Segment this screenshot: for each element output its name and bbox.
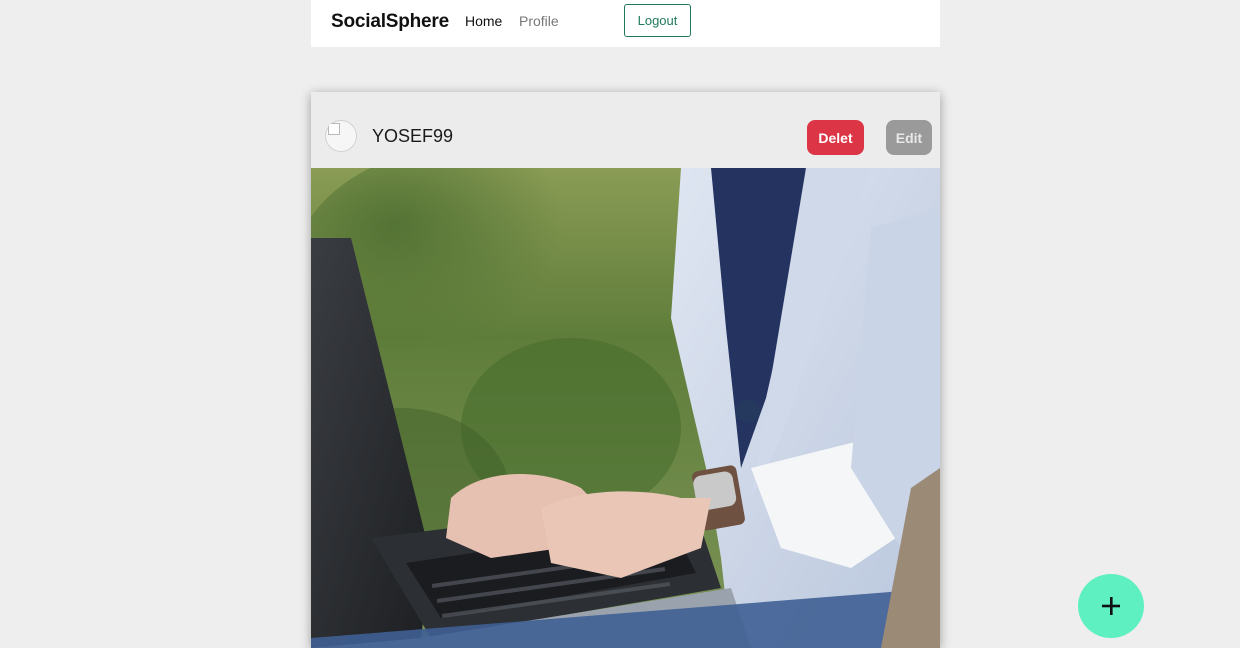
logout-button[interactable]: Logout — [624, 4, 691, 37]
post-image — [311, 168, 940, 648]
navbar: SocialSphere Home Profile Logout — [311, 0, 940, 47]
plus-icon — [1102, 597, 1120, 615]
edit-post-button[interactable]: Edit — [886, 120, 932, 155]
delete-post-button[interactable]: Delet — [807, 120, 864, 155]
post-username[interactable]: YOSEF99 — [372, 126, 453, 147]
brand-logo[interactable]: SocialSphere — [331, 11, 449, 33]
broken-image-icon — [328, 123, 340, 135]
post-card: YOSEF99 Delet Edit — [311, 92, 940, 648]
nav-link-home[interactable]: Home — [465, 13, 502, 29]
nav-link-profile[interactable]: Profile — [519, 13, 559, 29]
avatar[interactable] — [325, 120, 357, 152]
add-post-button[interactable] — [1078, 574, 1144, 638]
post-header: YOSEF99 Delet Edit — [311, 92, 940, 168]
